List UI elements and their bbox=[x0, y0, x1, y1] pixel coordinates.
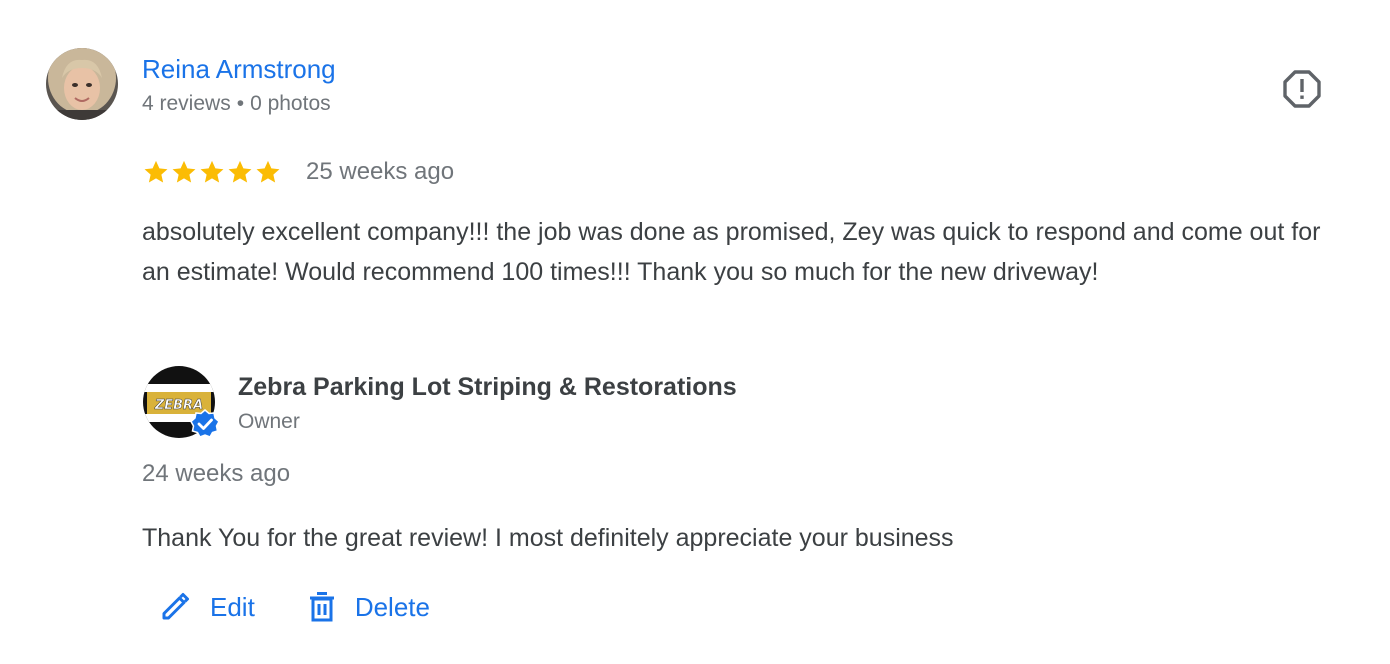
report-flag-icon bbox=[1283, 70, 1321, 108]
reply-actions: Edit Delete bbox=[158, 590, 430, 624]
star-icon bbox=[200, 160, 224, 183]
star-icon bbox=[256, 160, 280, 183]
rating-row: 25 weeks ago bbox=[142, 156, 454, 188]
review-count: 4 reviews bbox=[142, 92, 231, 115]
delete-button[interactable]: Delete bbox=[305, 590, 430, 624]
owner-logo: ZEBRA bbox=[143, 366, 220, 438]
owner-name: Zebra Parking Lot Striping & Restoration… bbox=[238, 373, 737, 401]
photo-count: 0 photos bbox=[250, 92, 331, 115]
reviewer-stats: 4 reviews • 0 photos bbox=[142, 91, 331, 117]
reply-time: 24 weeks ago bbox=[142, 460, 291, 487]
report-review-button[interactable] bbox=[1280, 67, 1324, 111]
star-rating bbox=[142, 158, 282, 186]
reply-text: Thank You for the great review! I most d… bbox=[142, 524, 954, 552]
meta-separator: • bbox=[236, 92, 245, 115]
star-icon bbox=[144, 160, 168, 183]
reviewer-avatar[interactable] bbox=[46, 48, 118, 120]
edit-button[interactable]: Edit bbox=[158, 590, 255, 624]
delete-label: Delete bbox=[354, 591, 430, 622]
pencil-icon bbox=[162, 593, 189, 620]
edit-label: Edit bbox=[210, 591, 255, 622]
review-text: absolutely excellent company!!! the job … bbox=[142, 218, 1321, 286]
star-icon bbox=[228, 160, 252, 183]
star-icon bbox=[172, 160, 196, 183]
review-time: 25 weeks ago bbox=[306, 158, 455, 185]
reviewer-name[interactable]: Reina Armstrong bbox=[142, 53, 336, 85]
verified-badge-icon bbox=[190, 409, 220, 438]
trash-icon bbox=[309, 592, 334, 622]
owner-role: Owner bbox=[238, 410, 300, 433]
